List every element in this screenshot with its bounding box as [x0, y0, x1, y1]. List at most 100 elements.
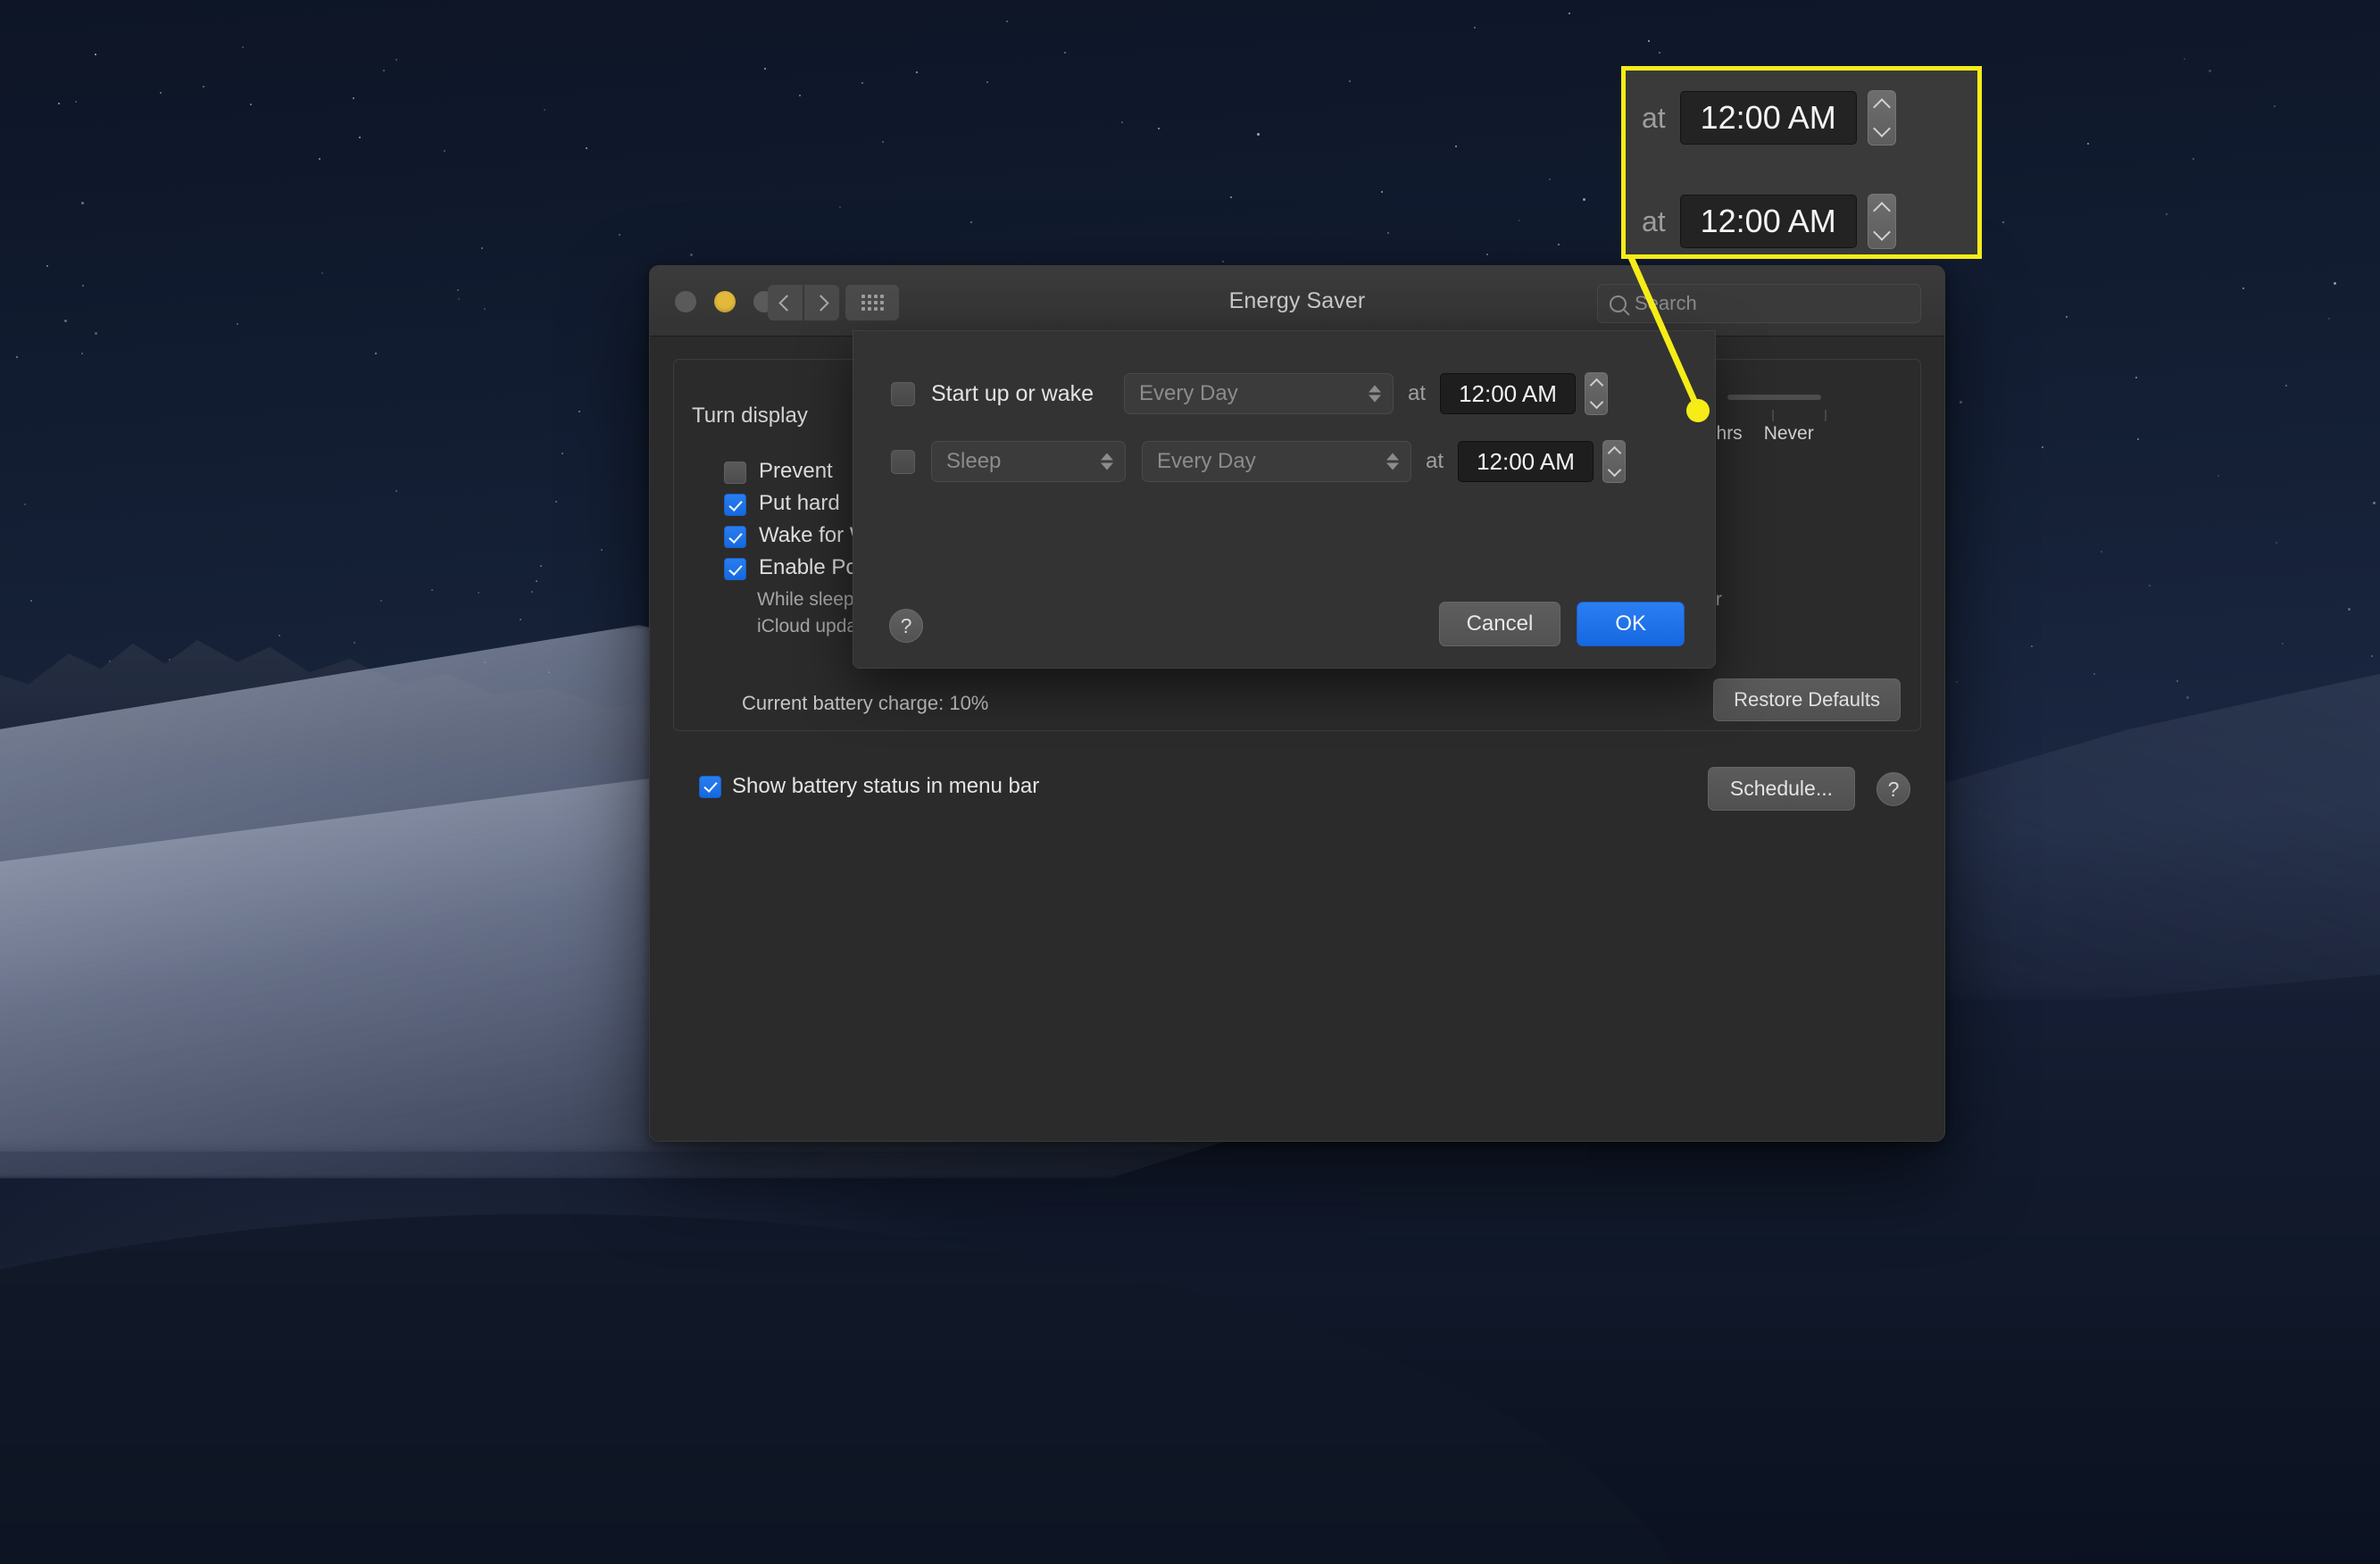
star: [395, 490, 398, 492]
startup-time-field[interactable]: 12:00 AM: [1440, 373, 1577, 414]
star: [29, 599, 32, 602]
star: [279, 634, 281, 636]
star: [600, 548, 603, 551]
checkbox-show-battery-status[interactable]: [699, 775, 721, 798]
star: [168, 658, 171, 661]
star: [241, 46, 244, 49]
stepper-down-icon[interactable]: [1872, 223, 1891, 241]
checkbox-put-hard-disks-to-sleep[interactable]: [724, 494, 746, 516]
checkbox-prevent[interactable]: [724, 462, 746, 484]
star: [352, 97, 354, 100]
sleep-time-field[interactable]: 12:00 AM: [1458, 441, 1594, 482]
star: [1955, 680, 1958, 683]
star: [1648, 40, 1651, 43]
search-input[interactable]: Search: [1597, 284, 1921, 323]
zoom-callout-panel: at 12:00 AM at 12:00 AM: [1621, 66, 1982, 259]
stepper-down-icon[interactable]: [1872, 120, 1891, 137]
startup-day-popup[interactable]: Every Day: [1124, 373, 1394, 414]
star: [2285, 385, 2288, 387]
stepper-up-icon[interactable]: [1872, 202, 1891, 220]
star: [2135, 376, 2137, 379]
star: [457, 298, 460, 301]
schedule-dialog: Start up or wake Every Day at 12:00 AM S…: [853, 330, 1716, 669]
callout-at-label-2: at: [1642, 204, 1666, 237]
star: [2176, 680, 2179, 683]
star: [2137, 437, 2140, 440]
startup-day-value: Every Day: [1139, 381, 1238, 405]
stepper-down-icon[interactable]: [1607, 462, 1621, 478]
star: [354, 642, 356, 645]
star: [160, 91, 162, 94]
star: [1349, 80, 1352, 83]
slider-labels: 3 hrs Never: [1701, 423, 1814, 445]
star: [2001, 220, 2004, 223]
star: [882, 140, 885, 143]
star: [24, 503, 27, 506]
star: [2218, 475, 2220, 478]
checkbox-label-put-hard: Put hard: [759, 491, 840, 515]
star: [1387, 232, 1390, 235]
star: [540, 565, 543, 568]
star: [1474, 27, 1477, 29]
star: [94, 54, 96, 56]
star: [1381, 191, 1384, 194]
display-sleep-slider[interactable]: [1727, 395, 1821, 400]
star: [1569, 12, 1571, 15]
window-footer: Show battery status in menu bar Schedule…: [673, 758, 1921, 820]
star: [46, 265, 48, 268]
startup-time-stepper[interactable]: [1585, 372, 1609, 415]
callout-time-field-1[interactable]: 12:00 AM: [1679, 91, 1857, 145]
star: [237, 323, 239, 326]
star: [586, 146, 588, 149]
callout-time-row-1: at 12:00 AM: [1642, 90, 1896, 146]
star: [2148, 584, 2151, 586]
show-battery-status-label: Show battery status in menu bar: [732, 774, 1040, 798]
sheet-action-buttons: Cancel OK: [1438, 602, 1685, 646]
sleep-action-popup[interactable]: Sleep: [931, 441, 1126, 482]
star: [74, 100, 77, 103]
star: [839, 205, 842, 208]
callout-time-stepper-2[interactable]: [1867, 194, 1896, 249]
stepper-up-icon[interactable]: [1589, 378, 1603, 393]
schedule-button[interactable]: Schedule...: [1707, 767, 1855, 811]
star: [16, 356, 19, 359]
checkbox-sleep-schedule[interactable]: [891, 449, 915, 474]
star: [2042, 446, 2044, 449]
star: [1485, 254, 1488, 256]
sleep-time-stepper[interactable]: [1602, 440, 1627, 483]
slider-tick: [1825, 410, 1827, 421]
star: [359, 137, 362, 139]
star: [1519, 219, 1521, 221]
stepper-down-icon[interactable]: [1589, 395, 1603, 410]
checkbox-power-nap[interactable]: [724, 558, 746, 580]
stepper-up-icon[interactable]: [1607, 445, 1621, 461]
callout-time-field-2[interactable]: 12:00 AM: [1679, 195, 1857, 248]
show-battery-status-row[interactable]: Show battery status in menu bar: [699, 774, 1039, 799]
star: [444, 149, 446, 152]
sleep-day-popup[interactable]: Every Day: [1142, 441, 1411, 482]
star: [2328, 318, 2331, 320]
star: [562, 453, 564, 455]
star: [2166, 213, 2168, 216]
callout-time-stepper-1[interactable]: [1867, 90, 1896, 146]
checkbox-start-up-or-wake[interactable]: [891, 381, 915, 406]
checkbox-wake-for-wifi[interactable]: [724, 526, 746, 548]
star: [375, 352, 378, 354]
star: [81, 284, 84, 287]
ok-button[interactable]: OK: [1577, 602, 1685, 646]
star: [536, 580, 538, 583]
chevron-updown-icon: [1369, 385, 1381, 403]
star: [861, 82, 863, 85]
restore-defaults-button[interactable]: Restore Defaults: [1713, 678, 1901, 721]
sheet-help-button[interactable]: ?: [889, 609, 923, 643]
turn-display-label: Turn display: [692, 403, 808, 428]
callout-time-row-2: at 12:00 AM: [1642, 194, 1896, 249]
star: [80, 201, 84, 204]
help-button[interactable]: ?: [1877, 772, 1910, 806]
star: [1157, 128, 1160, 130]
checkbox-label-prevent: Prevent: [759, 459, 833, 483]
stepper-up-icon[interactable]: [1872, 98, 1891, 116]
star: [1221, 261, 1224, 263]
cancel-button[interactable]: Cancel: [1438, 602, 1561, 646]
star: [2371, 655, 2374, 658]
